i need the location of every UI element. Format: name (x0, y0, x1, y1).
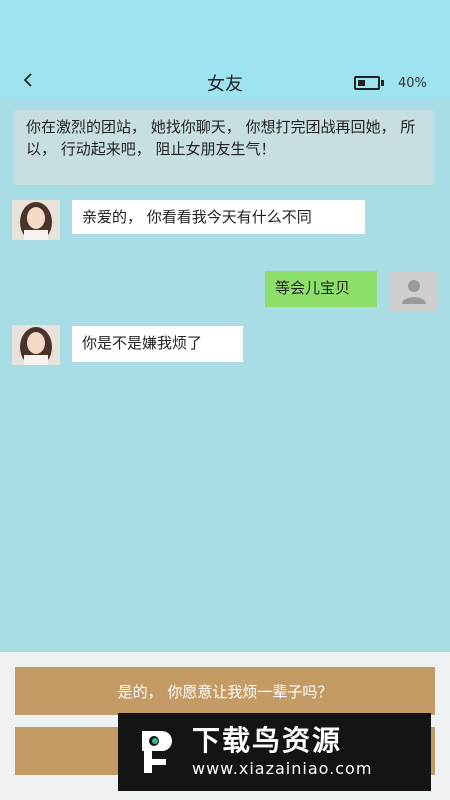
watermark-overlay: 下载鸟资源 www.xiazainiao.com (118, 713, 431, 791)
battery-fill (358, 80, 366, 86)
scenario-prompt: 你在激烈的团站， 她找你聊天， 你想打完团战再回她， 所以， 行动起来吧， 阻止… (14, 110, 434, 185)
message-bubble-girlfriend: 亲爱的， 你看看我今天有什么不同 (72, 200, 365, 234)
message-bubble-user: 等会儿宝贝 (265, 271, 377, 307)
battery-icon (354, 76, 384, 90)
girlfriend-avatar (12, 200, 60, 240)
bird-logo-icon (128, 725, 182, 779)
person-icon (402, 280, 426, 304)
battery-percentage: 40% (398, 76, 427, 91)
chat-header: 女友 40% (0, 60, 450, 104)
choice-button-1[interactable]: 是的， 你愿意让我烦一辈子吗？ (15, 667, 435, 715)
girlfriend-avatar (12, 325, 60, 365)
watermark-url: www.xiazainiao.com (192, 759, 373, 778)
watermark-title: 下载鸟资源 (192, 724, 343, 757)
message-bubble-girlfriend: 你是不是嫌我烦了 (72, 326, 243, 362)
user-avatar (390, 271, 438, 311)
